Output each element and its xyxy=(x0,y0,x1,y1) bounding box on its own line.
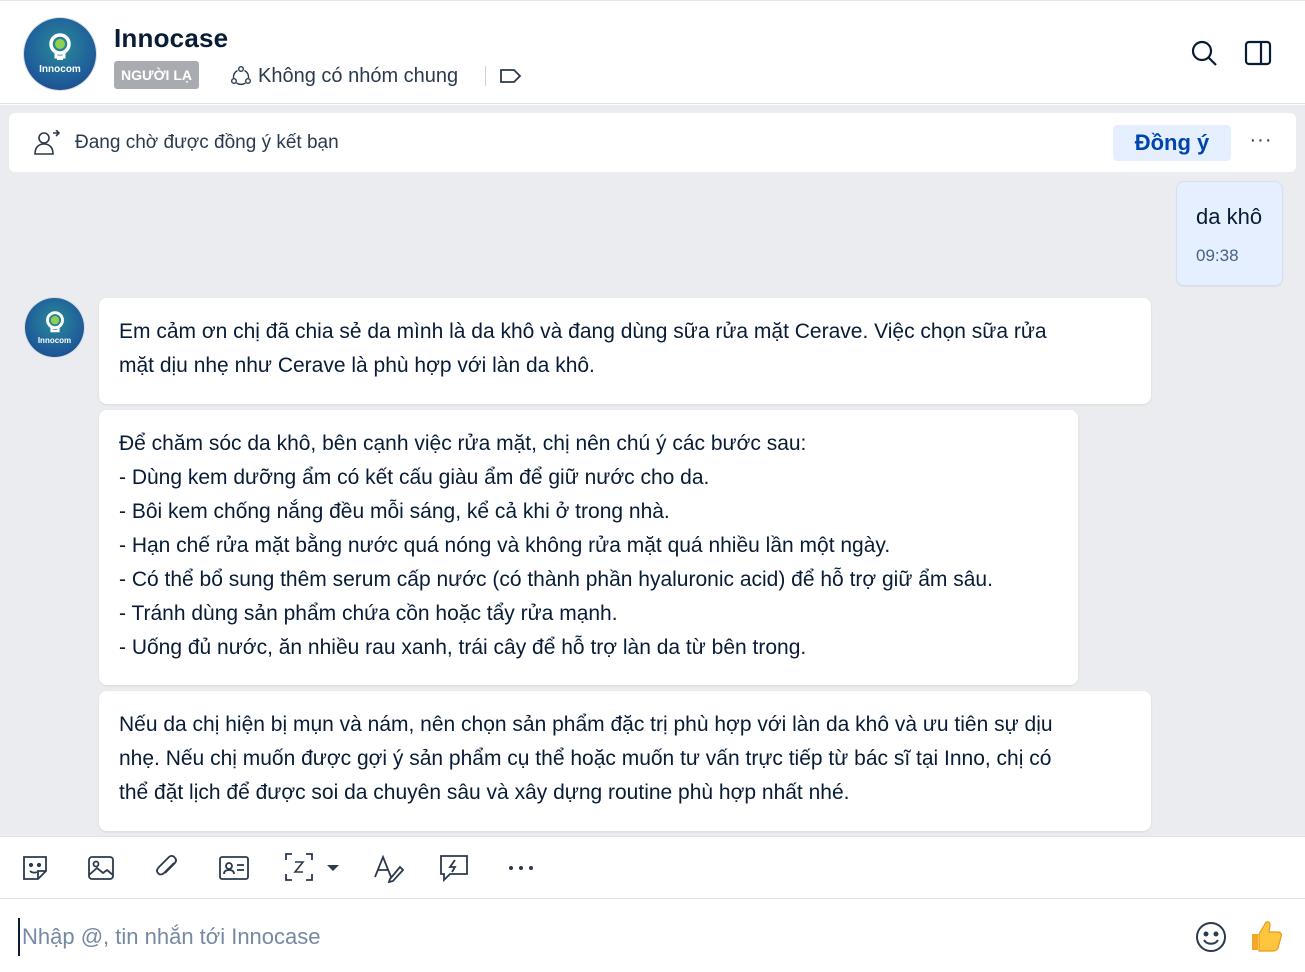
friend-bar-more-button[interactable]: ··· xyxy=(1247,125,1275,161)
toggle-sidebar-button[interactable] xyxy=(1242,37,1274,69)
accept-friend-button[interactable]: Đồng ý xyxy=(1113,125,1231,161)
message-input[interactable] xyxy=(18,918,1168,956)
my-message-bubble[interactable]: da khô 09:38 xyxy=(1176,181,1283,286)
sticker-icon xyxy=(23,856,47,880)
chat-header: Innocom Innocase NGƯỜI LẠ Không có nhóm … xyxy=(0,0,1305,104)
lightbulb-icon xyxy=(45,310,64,332)
thumbs-up-icon xyxy=(1252,921,1282,952)
image-icon xyxy=(88,856,114,880)
header-divider xyxy=(485,66,486,86)
quick-message-icon xyxy=(440,855,468,883)
avatar-brand-text: Innocom xyxy=(37,335,72,345)
received-message-bubble[interactable]: Để chăm sóc da khô, bên cạnh việc rửa mặ… xyxy=(99,410,1078,685)
sidebar-panel-icon xyxy=(1244,40,1272,66)
quick-like-button[interactable] xyxy=(1248,918,1284,959)
conversation-title[interactable]: Innocase xyxy=(114,23,228,54)
received-message-bubble[interactable]: Nếu da chị hiện bị mụn và nám, nên chọn … xyxy=(99,691,1151,831)
send-contact-card-button[interactable] xyxy=(218,852,250,884)
composer-toolbar xyxy=(0,836,1305,899)
received-message-bubble[interactable]: Em cảm ơn chị đã chia sẻ da mình là da k… xyxy=(99,298,1151,404)
screenshot-icon xyxy=(285,853,339,881)
avatar[interactable]: Innocom xyxy=(24,18,96,90)
sticker-button[interactable] xyxy=(20,852,50,884)
tag-icon[interactable] xyxy=(498,64,524,93)
emoji-icon xyxy=(1196,922,1226,952)
more-tools-button[interactable] xyxy=(506,852,536,884)
text-format-button[interactable] xyxy=(372,852,404,884)
search-icon xyxy=(1191,40,1217,66)
send-image-button[interactable] xyxy=(86,852,116,884)
contact-card-icon xyxy=(219,856,249,880)
sender-avatar[interactable]: Innocom xyxy=(25,298,84,357)
message-time: 09:38 xyxy=(1196,246,1239,265)
quick-message-button[interactable] xyxy=(438,852,470,884)
stranger-badge: NGƯỜI LẠ xyxy=(114,61,199,89)
common-groups-label: Không có nhóm chung xyxy=(258,64,459,87)
avatar-brand-text: Innocom xyxy=(39,64,81,75)
add-friend-icon xyxy=(33,129,61,161)
text-format-icon xyxy=(374,854,404,883)
screenshot-button[interactable] xyxy=(284,852,348,884)
common-groups-info[interactable]: Không có nhóm chung xyxy=(230,62,458,90)
emoji-button[interactable] xyxy=(1194,920,1228,959)
search-button[interactable] xyxy=(1188,37,1220,69)
lightbulb-icon xyxy=(49,33,71,60)
friend-request-text: Đang chờ được đồng ý kết bạn xyxy=(75,132,339,153)
attach-file-button[interactable] xyxy=(152,852,182,884)
attachment-icon xyxy=(156,855,177,876)
group-icon xyxy=(230,65,252,87)
message-text: da khô xyxy=(1196,204,1263,229)
message-list[interactable]: Đang chờ được đồng ý kết bạn Đồng ý ··· … xyxy=(0,105,1305,836)
more-icon xyxy=(509,866,533,870)
friend-request-bar: Đang chờ được đồng ý kết bạn Đồng ý ··· xyxy=(9,113,1296,172)
composer xyxy=(0,900,1305,972)
